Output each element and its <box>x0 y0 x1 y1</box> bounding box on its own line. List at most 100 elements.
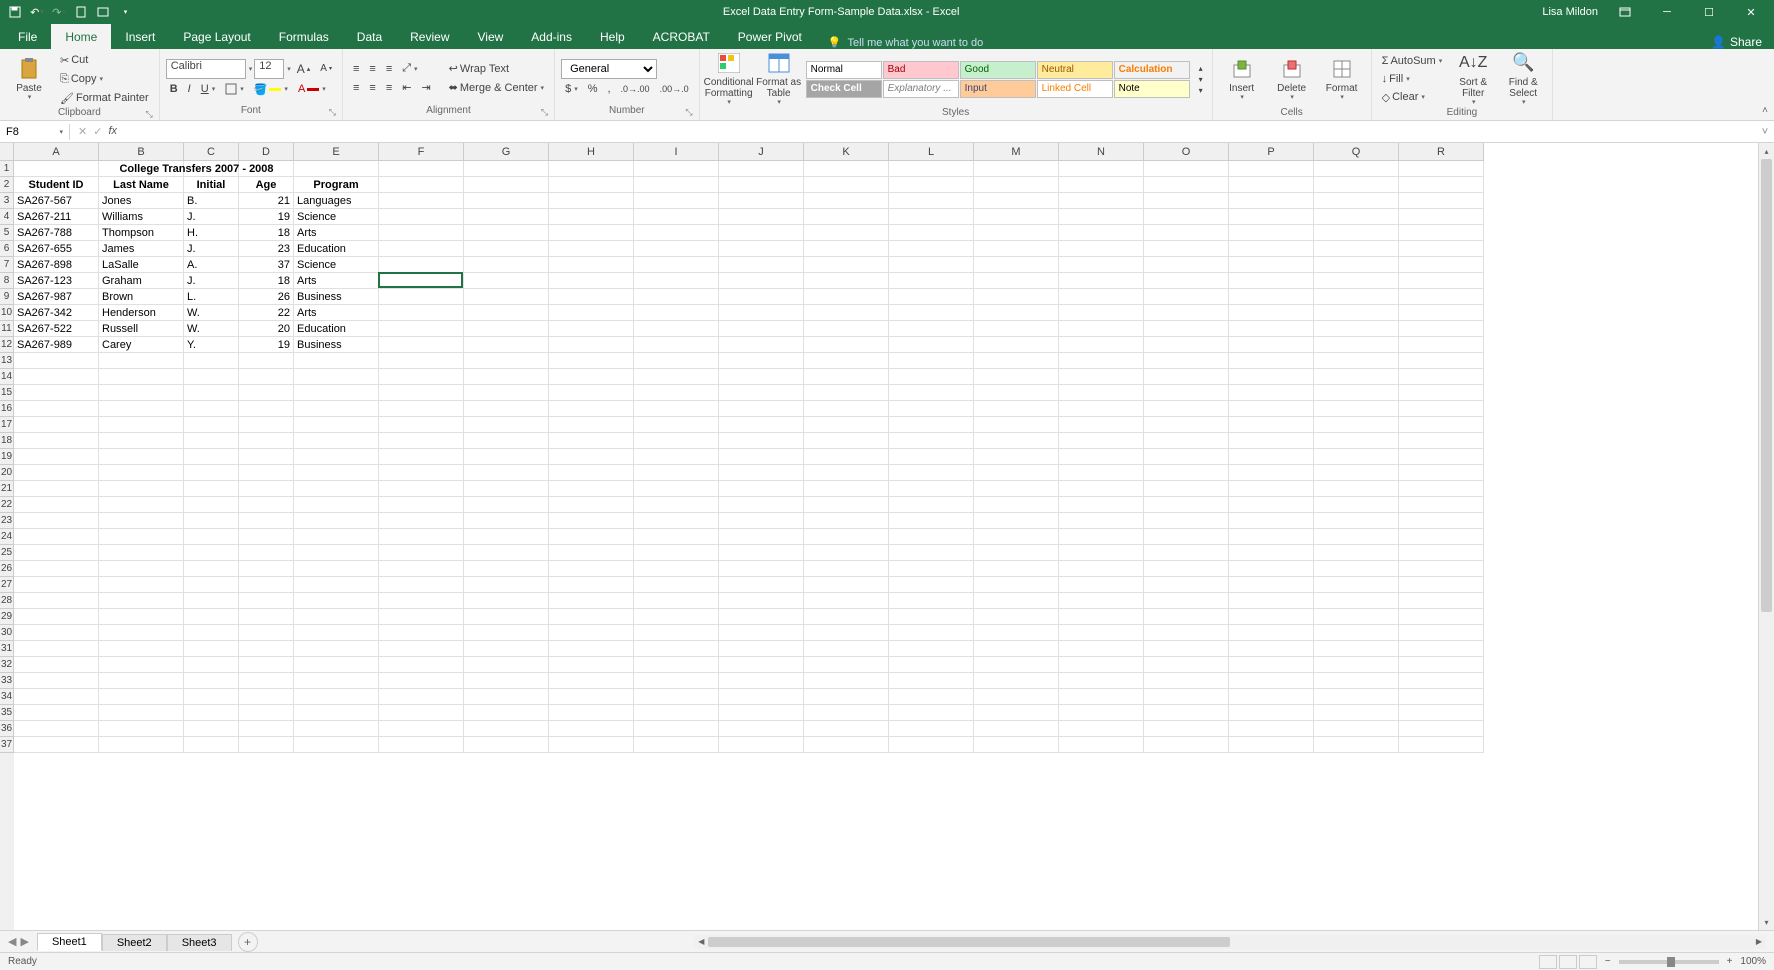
merge-center-button[interactable]: ⬌Merge & Center▾ <box>445 79 548 96</box>
cell[interactable] <box>379 465 464 481</box>
cell[interactable] <box>1314 321 1399 337</box>
cell[interactable] <box>1059 193 1144 209</box>
cell[interactable] <box>239 497 294 513</box>
cell[interactable] <box>1144 513 1229 529</box>
cell[interactable] <box>184 593 239 609</box>
cell[interactable] <box>14 481 99 497</box>
cell[interactable] <box>889 321 974 337</box>
cell[interactable] <box>1314 577 1399 593</box>
cell[interactable] <box>294 657 379 673</box>
cell[interactable] <box>184 497 239 513</box>
cell[interactable] <box>1059 593 1144 609</box>
cell[interactable]: B. <box>184 193 239 209</box>
cell[interactable] <box>294 577 379 593</box>
qa-customize-icon[interactable]: ▾ <box>116 3 134 21</box>
cell[interactable]: SA267-989 <box>14 337 99 353</box>
cell[interactable] <box>464 577 549 593</box>
cell[interactable] <box>379 737 464 753</box>
decrease-indent-button[interactable]: ⇤ <box>398 79 415 96</box>
cell[interactable] <box>1314 273 1399 289</box>
cell[interactable] <box>1229 721 1314 737</box>
cell[interactable] <box>294 737 379 753</box>
cell[interactable] <box>1314 369 1399 385</box>
insert-cells-button[interactable]: Insert▾ <box>1219 51 1265 107</box>
name-box[interactable]: F8 ▾ <box>0 124 70 140</box>
cell[interactable] <box>294 401 379 417</box>
cell[interactable] <box>464 465 549 481</box>
cell[interactable] <box>184 465 239 481</box>
tab-home[interactable]: Home <box>51 24 111 49</box>
column-header[interactable]: J <box>719 143 804 161</box>
cell[interactable] <box>294 385 379 401</box>
cell[interactable] <box>1059 257 1144 273</box>
cell[interactable] <box>1059 689 1144 705</box>
cell[interactable] <box>974 625 1059 641</box>
increase-indent-button[interactable]: ⇥ <box>417 79 434 96</box>
cell[interactable] <box>184 673 239 689</box>
cell[interactable] <box>294 433 379 449</box>
cell[interactable] <box>719 321 804 337</box>
cell[interactable] <box>1144 305 1229 321</box>
cell[interactable]: Science <box>294 209 379 225</box>
cell[interactable] <box>464 705 549 721</box>
percent-format-button[interactable]: % <box>584 81 602 97</box>
collapse-ribbon-icon[interactable]: ˄ <box>1762 105 1768 116</box>
cell[interactable] <box>889 449 974 465</box>
cell[interactable] <box>1059 161 1144 177</box>
cell[interactable] <box>239 561 294 577</box>
cell[interactable] <box>1144 497 1229 513</box>
cell[interactable] <box>184 401 239 417</box>
cell[interactable] <box>1314 705 1399 721</box>
cell[interactable] <box>804 561 889 577</box>
cell[interactable] <box>1144 609 1229 625</box>
cell[interactable]: SA267-567 <box>14 193 99 209</box>
cell[interactable]: 19 <box>239 209 294 225</box>
cell[interactable] <box>719 465 804 481</box>
cell[interactable] <box>184 385 239 401</box>
cell[interactable] <box>1144 737 1229 753</box>
cell[interactable] <box>99 577 184 593</box>
cell[interactable] <box>719 609 804 625</box>
cell[interactable] <box>634 737 719 753</box>
cell[interactable] <box>719 577 804 593</box>
sheet-nav-next-icon[interactable]: ▶ <box>20 935 28 948</box>
row-header[interactable]: 8 <box>0 273 14 289</box>
cell[interactable] <box>549 673 634 689</box>
cell[interactable]: 21 <box>239 193 294 209</box>
cell[interactable] <box>184 737 239 753</box>
cell[interactable] <box>719 401 804 417</box>
cell[interactable] <box>889 353 974 369</box>
cell-style-note[interactable]: Note <box>1114 80 1190 98</box>
cell[interactable] <box>184 529 239 545</box>
cell[interactable] <box>464 625 549 641</box>
cell[interactable] <box>464 273 549 289</box>
share-button[interactable]: 👤 Share <box>1711 35 1762 49</box>
cell[interactable] <box>464 257 549 273</box>
cell[interactable] <box>99 737 184 753</box>
row-header[interactable]: 25 <box>0 545 14 561</box>
sheet-tab-3[interactable]: Sheet3 <box>167 934 232 951</box>
cell[interactable] <box>379 369 464 385</box>
cell[interactable] <box>889 273 974 289</box>
cell[interactable] <box>14 689 99 705</box>
cell[interactable] <box>1059 433 1144 449</box>
cell[interactable] <box>99 417 184 433</box>
cell[interactable] <box>239 369 294 385</box>
cell[interactable] <box>294 561 379 577</box>
cell[interactable] <box>1229 737 1314 753</box>
cell[interactable] <box>804 657 889 673</box>
cell[interactable] <box>294 513 379 529</box>
cell[interactable] <box>889 609 974 625</box>
cell[interactable] <box>549 353 634 369</box>
vertical-scrollbar[interactable]: ▴ ▾ <box>1758 143 1774 930</box>
cell[interactable] <box>1314 497 1399 513</box>
cell[interactable] <box>889 417 974 433</box>
cell[interactable] <box>634 625 719 641</box>
cell[interactable] <box>1229 433 1314 449</box>
row-header[interactable]: 20 <box>0 465 14 481</box>
orientation-button[interactable]: ⤢▾ <box>398 60 421 77</box>
cell[interactable]: 37 <box>239 257 294 273</box>
row-header[interactable]: 11 <box>0 321 14 337</box>
tab-file[interactable]: File <box>4 24 51 49</box>
row-header[interactable]: 17 <box>0 417 14 433</box>
